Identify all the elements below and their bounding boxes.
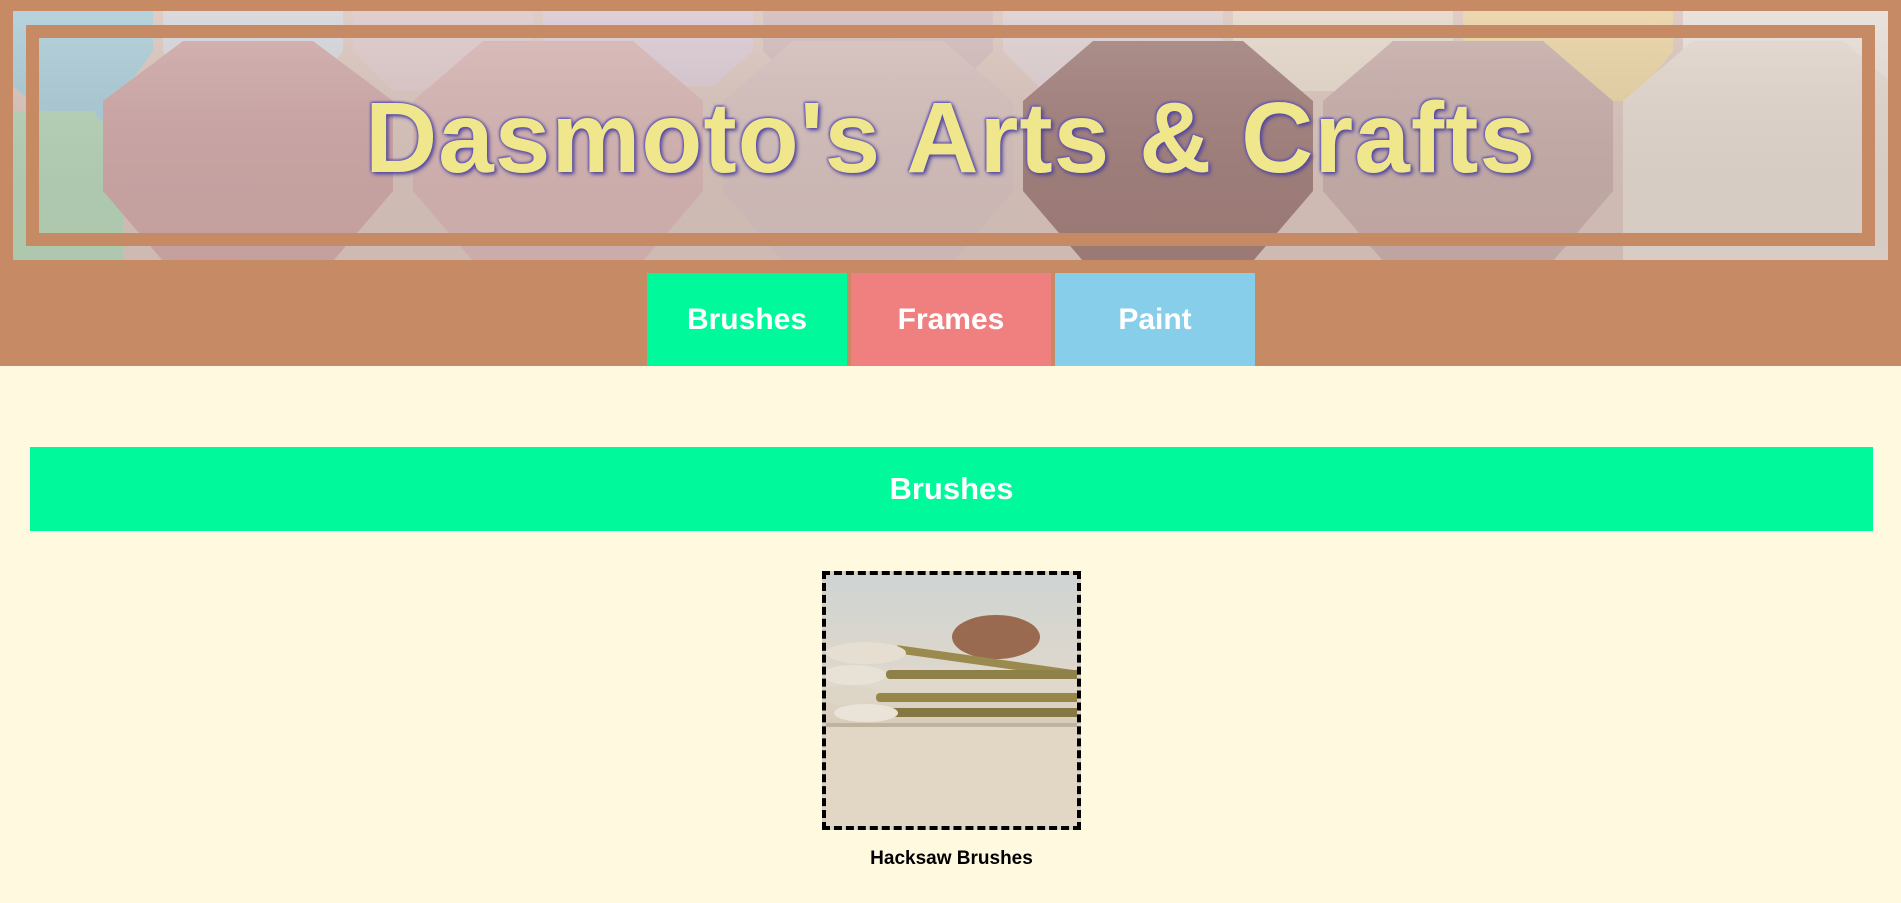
product-image [822, 571, 1081, 830]
nav-paint[interactable]: Paint [1055, 273, 1255, 366]
nav-paint-label: Paint [1118, 302, 1192, 336]
main-navigation: Brushes Frames Paint [647, 273, 1255, 366]
nav-frames[interactable]: Frames [851, 273, 1051, 366]
nav-brushes[interactable]: Brushes [647, 273, 847, 366]
paint-brushes-photo-icon [826, 575, 1077, 826]
product-caption: Hacksaw Brushes [870, 848, 1033, 869]
header: Dasmoto's Arts & Crafts Brushes Frames P… [0, 0, 1901, 366]
nav-frames-label: Frames [897, 302, 1005, 336]
section-heading-brushes: Brushes [30, 447, 1873, 531]
product-card: Hacksaw Brushes [822, 571, 1081, 870]
nav-brushes-label: Brushes [686, 302, 808, 336]
header-banner: Dasmoto's Arts & Crafts [13, 11, 1888, 260]
page-title: Dasmoto's Arts & Crafts [364, 82, 1537, 194]
